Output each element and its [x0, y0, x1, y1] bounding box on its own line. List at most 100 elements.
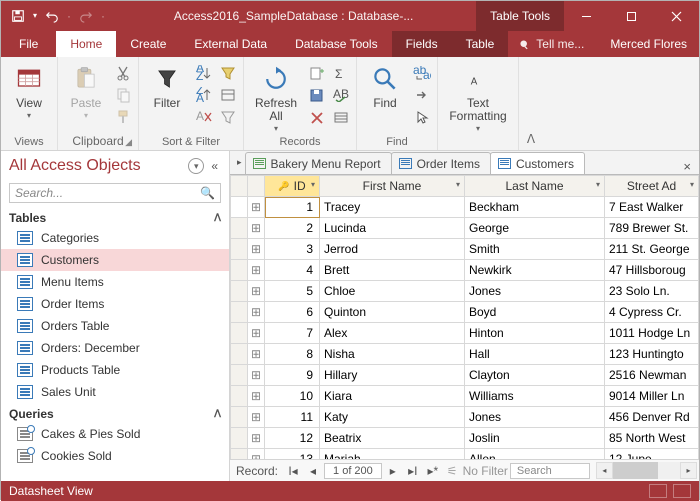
cell[interactable]: 1: [265, 197, 320, 218]
cell[interactable]: 6: [265, 302, 320, 323]
tab-create[interactable]: Create: [116, 31, 180, 57]
save-icon[interactable]: [11, 9, 25, 23]
cell[interactable]: Hinton: [465, 323, 605, 344]
row-selector[interactable]: [231, 428, 248, 449]
expand-row-icon[interactable]: ⊞: [248, 407, 265, 428]
minimize-button[interactable]: [564, 1, 609, 31]
cell[interactable]: Beckham: [465, 197, 605, 218]
expand-row-icon[interactable]: ⊞: [248, 260, 265, 281]
copy-icon[interactable]: [114, 86, 132, 104]
nav-item[interactable]: Cakes & Pies Sold: [1, 423, 229, 445]
row-selector[interactable]: [231, 386, 248, 407]
text-formatting-button[interactable]: A Text Formatting▾: [444, 60, 512, 134]
sort-desc-icon[interactable]: ZA: [195, 86, 213, 104]
cell[interactable]: Alex: [320, 323, 465, 344]
cell[interactable]: Williams: [465, 386, 605, 407]
cell[interactable]: 10: [265, 386, 320, 407]
nav-collapse-icon[interactable]: «: [208, 159, 221, 173]
cell[interactable]: 456 Denver Rd: [605, 407, 699, 428]
row-selector[interactable]: [231, 260, 248, 281]
expand-row-icon[interactable]: ⊞: [248, 302, 265, 323]
row-selector[interactable]: [231, 239, 248, 260]
tab-fields[interactable]: Fields: [392, 31, 452, 57]
expand-row-icon[interactable]: ⊞: [248, 386, 265, 407]
cell[interactable]: Jones: [465, 281, 605, 302]
tab-table[interactable]: Table: [452, 31, 509, 57]
cell[interactable]: Allen: [465, 449, 605, 460]
new-record-icon[interactable]: [308, 64, 326, 82]
cell[interactable]: 2: [265, 218, 320, 239]
nav-item[interactable]: Order Items: [1, 293, 229, 315]
cell[interactable]: George: [465, 218, 605, 239]
cell[interactable]: Hall: [465, 344, 605, 365]
find-button[interactable]: Find: [363, 60, 407, 110]
row-selector[interactable]: [231, 449, 248, 460]
cell[interactable]: 123 Huntingto: [605, 344, 699, 365]
cell[interactable]: 7 East Walker: [605, 197, 699, 218]
goto-icon[interactable]: [413, 86, 431, 104]
cell[interactable]: Chloe: [320, 281, 465, 302]
cell[interactable]: 4 Cypress Cr.: [605, 302, 699, 323]
expand-row-icon[interactable]: ⊞: [248, 449, 265, 460]
refresh-all-button[interactable]: Refresh All▾: [250, 60, 302, 134]
cell[interactable]: 85 North West: [605, 428, 699, 449]
tab-file[interactable]: File: [1, 31, 56, 57]
hscroll-left-button[interactable]: ◂: [596, 462, 613, 479]
nav-group-tables[interactable]: Tablesᐱ: [1, 207, 229, 227]
cell[interactable]: Boyd: [465, 302, 605, 323]
collapse-ribbon-icon[interactable]: ᐱ: [519, 57, 543, 150]
cell[interactable]: Lucinda: [320, 218, 465, 239]
paste-button[interactable]: Paste▾: [64, 60, 108, 121]
delete-record-icon[interactable]: [308, 108, 326, 126]
filter-button[interactable]: Filter: [145, 60, 189, 110]
format-painter-icon[interactable]: [114, 108, 132, 126]
last-record-button[interactable]: ▸І: [404, 464, 422, 478]
cell[interactable]: 789 Brewer St.: [605, 218, 699, 239]
row-selector[interactable]: [231, 197, 248, 218]
cell[interactable]: 12 Jupe: [605, 449, 699, 460]
user-name[interactable]: Merced Flores: [598, 31, 699, 57]
tab-external-data[interactable]: External Data: [180, 31, 281, 57]
cell[interactable]: Nisha: [320, 344, 465, 365]
row-selector[interactable]: [231, 365, 248, 386]
more-records-icon[interactable]: [332, 108, 350, 126]
cell[interactable]: 9014 Miller Ln: [605, 386, 699, 407]
cell[interactable]: 1011 Hodge Ln: [605, 323, 699, 344]
expand-row-icon[interactable]: ⊞: [248, 218, 265, 239]
select-icon[interactable]: [413, 108, 431, 126]
expand-row-icon[interactable]: ⊞: [248, 323, 265, 344]
cell[interactable]: Joslin: [465, 428, 605, 449]
replace-icon[interactable]: abac: [413, 64, 431, 82]
cell[interactable]: Newkirk: [465, 260, 605, 281]
column-header[interactable]: Last Name▾: [465, 176, 605, 197]
cell[interactable]: 211 St. George: [605, 239, 699, 260]
redo-icon[interactable]: [79, 9, 93, 23]
record-position[interactable]: 1 of 200: [324, 463, 382, 479]
expand-row-icon[interactable]: ⊞: [248, 428, 265, 449]
close-button[interactable]: [654, 1, 699, 31]
nav-menu-icon[interactable]: ▾: [188, 158, 204, 174]
tab-home[interactable]: Home: [56, 31, 116, 57]
hscroll-track[interactable]: [613, 462, 680, 479]
expand-row-icon[interactable]: ⊞: [248, 365, 265, 386]
cell[interactable]: Katy: [320, 407, 465, 428]
no-filter-label[interactable]: No Filter: [463, 464, 508, 478]
cell[interactable]: 13: [265, 449, 320, 460]
row-selector[interactable]: [231, 302, 248, 323]
view-button[interactable]: View▾: [7, 60, 51, 121]
row-selector[interactable]: [231, 218, 248, 239]
remove-sort-icon[interactable]: A: [195, 108, 213, 126]
nav-item[interactable]: Categories: [1, 227, 229, 249]
nav-item[interactable]: Orders Table: [1, 315, 229, 337]
row-selector[interactable]: [231, 281, 248, 302]
close-tab-button[interactable]: ×: [675, 159, 699, 174]
cell[interactable]: Hillary: [320, 365, 465, 386]
first-record-button[interactable]: І◂: [284, 464, 302, 478]
cell[interactable]: 2516 Newman: [605, 365, 699, 386]
tab-database-tools[interactable]: Database Tools: [281, 31, 392, 57]
cell[interactable]: 12: [265, 428, 320, 449]
record-search-input[interactable]: Search: [510, 463, 590, 479]
cell[interactable]: Brett: [320, 260, 465, 281]
cell[interactable]: 11: [265, 407, 320, 428]
nav-item[interactable]: Menu Items: [1, 271, 229, 293]
